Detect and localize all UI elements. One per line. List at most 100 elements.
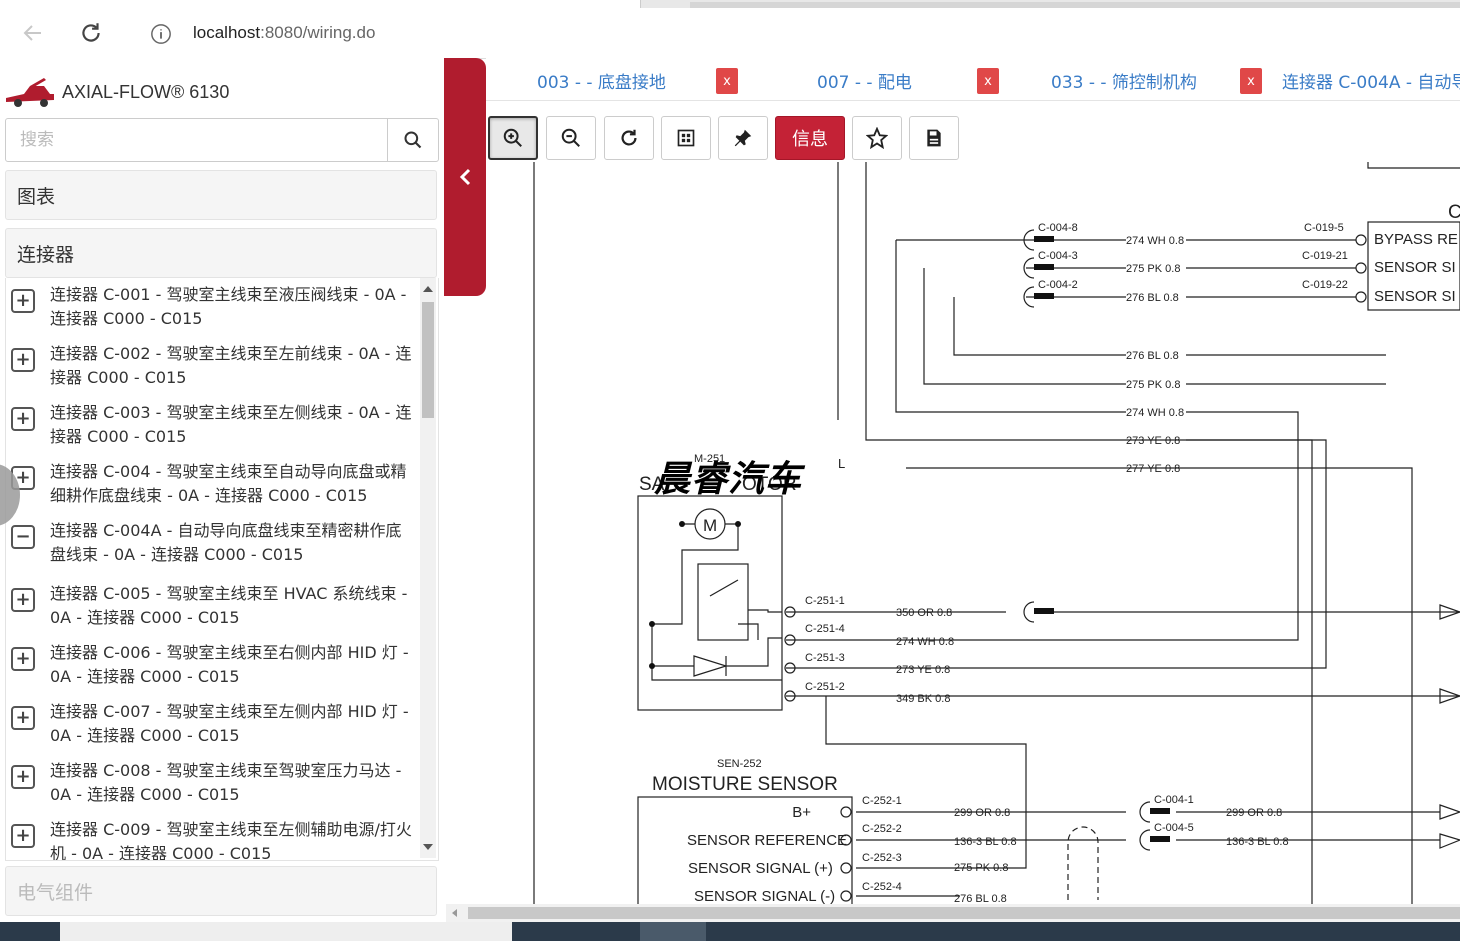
sidebar: AXIAL-FLOW® 6130 图表 连接器 + 连接器 C-001 - 驾驶室… [0,58,444,924]
browser-tab[interactable] [0,0,641,8]
reload-button[interactable] [74,16,108,50]
wire-label: 276 BL 0.8 [1126,350,1179,362]
wiring-diagram[interactable]: C-004-8 C-004-3 C-004-2 274 WH 0.8 275 P… [486,100,1460,904]
search-button[interactable] [387,119,438,161]
browser-toolbar: localhost:8080/wiring.do [0,8,1460,59]
tab-007[interactable]: 007 - - 配电 [817,68,912,93]
watermark: 晨睿汽车 [654,458,803,500]
expand-button[interactable]: + [11,824,35,848]
scroll-down-arrow-icon[interactable] [423,844,433,850]
pin-label: C-252-2 [862,823,902,835]
tab-close-button[interactable]: x [1240,68,1262,94]
search-input[interactable] [6,119,386,161]
expand-button[interactable]: + [11,647,35,671]
pin-label: C-019-5 [1304,222,1344,234]
pin-label: C-004-1 [1154,794,1194,806]
pin-label: C-004-5 [1154,822,1194,834]
taskbar [0,922,1460,941]
tab-close-button[interactable]: x [716,68,738,94]
pin-label: C-251-4 [805,623,845,635]
expand-button[interactable]: + [11,765,35,789]
list-item[interactable]: + 连接器 C-009 - 驾驶室主线束至左侧辅助电源/打火机 - 0A - 连接… [6,818,416,860]
list-item-text[interactable]: 连接器 C-008 - 驾驶室主线束至驾驶室压力马达 - 0A - 连接器 C0… [50,759,412,807]
list-item-text[interactable]: 连接器 C-006 - 驾驶室主线束至右侧内部 HID 灯 - 0A - 连接器… [50,641,412,689]
list-item-text[interactable]: 连接器 C-005 - 驾驶室主线束至 HVAC 系统线束 - 0A - 连接器… [50,582,412,630]
expand-button[interactable]: + [11,588,35,612]
wire-label: 274 WH 0.8 [1126,235,1184,247]
sensor-title: MOISTURE SENSOR [652,774,838,795]
scroll-up-arrow-icon[interactable] [423,286,433,292]
url-host: localhost [193,23,261,42]
list-item[interactable]: + 连接器 C-005 - 驾驶室主线束至 HVAC 系统线束 - 0A - 连接… [6,582,416,638]
expand-button[interactable]: + [11,706,35,730]
wire-label: 276 BL 0.8 [1126,292,1179,304]
browser-tab-strip [0,0,1460,8]
list-item-text[interactable]: 连接器 C-009 - 驾驶室主线束至左侧辅助电源/打火机 - 0A - 连接器… [50,818,412,860]
list-item-text[interactable]: 连接器 C-004A - 自动导向底盘线束至精密耕作底盘线束 - 0A - 连接… [50,519,412,567]
wire-label: 136-3 BL 0.8 [1226,836,1289,848]
expand-button[interactable]: + [11,348,35,372]
wire-label: 274 WH 0.8 [1126,407,1184,419]
scroll-thumb[interactable] [422,302,434,418]
info-icon [151,24,171,44]
sidebar-collapse-tab[interactable] [444,58,486,296]
sensor-pin-label: SENSOR REFERENCE [687,832,847,849]
address-bar[interactable]: localhost:8080/wiring.do [128,13,1460,53]
list-item[interactable]: + 连接器 C-002 - 驾驶室主线束至左前线束 - 0A - 连接器 C000… [6,342,416,398]
list-item-text[interactable]: 连接器 C-007 - 驾驶室主线束至左侧内部 HID 灯 - 0A - 连接器… [50,700,412,748]
wire-label: 275 PK 0.8 [1126,379,1180,391]
tab-close-button[interactable]: x [977,68,999,94]
pin-label: C-251-1 [805,595,845,607]
list-item[interactable]: + 连接器 C-003 - 驾驶室主线束至左侧线束 - 0A - 连接器 C000… [6,401,416,457]
connector-list: + 连接器 C-001 - 驾驶室主线束至液压阀线束 - 0A - 连接器 C00… [5,278,439,861]
back-button[interactable] [16,16,50,50]
pin-label: C-004-3 [1038,250,1078,262]
tab-connector-c004a[interactable]: 连接器 C-004A - 自动导向底盘线束至精密耕作底盘线束 [1282,68,1460,93]
list-item[interactable]: + 连接器 C-008 - 驾驶室主线束至驾驶室压力马达 - 0A - 连接器 C… [6,759,416,815]
list-item-text[interactable]: 连接器 C-002 - 驾驶室主线束至左前线束 - 0A - 连接器 C000 … [50,342,412,390]
pin-label: C-019-22 [1302,279,1348,291]
diagram-horizontal-scrollbar[interactable] [446,904,1460,922]
sensor-id: SEN-252 [717,758,762,770]
reload-icon [82,23,100,42]
list-item-text[interactable]: 连接器 C-004 - 驾驶室主线束至自动导向底盘或精细耕作底盘线束 - 0A … [50,460,412,508]
wire-label: 299 OR 0.8 [1226,807,1282,819]
wire-label: 299 OR 0.8 [954,807,1010,819]
wire-label: 350 OR 0.8 [896,607,952,619]
list-item[interactable]: + 连接器 C-006 - 驾驶室主线束至右侧内部 HID 灯 - 0A - 连接… [6,641,416,697]
scroll-thumb[interactable] [468,907,1460,919]
back-arrow-icon [23,25,41,41]
sensor-pin-label: SENSOR SIGNAL (+) [688,860,833,877]
list-item-text[interactable]: 连接器 C-001 - 驾驶室主线束至液压阀线束 - 0A - 连接器 C000… [50,283,412,331]
list-item-text[interactable]: 连接器 C-003 - 驾驶室主线束至左侧线束 - 0A - 连接器 C000 … [50,401,412,449]
list-item[interactable]: + 连接器 C-001 - 驾驶室主线束至液压阀线束 - 0A - 连接器 C00… [6,283,416,339]
section-components[interactable]: 电气组件 [5,866,437,916]
wire-label: 275 PK 0.8 [1126,263,1180,275]
section-charts[interactable]: 图表 [5,170,437,220]
wire-label: 349 BK 0.8 [896,693,950,705]
list-item[interactable]: + 连接器 C-007 - 驾驶室主线束至左侧内部 HID 灯 - 0A - 连接… [6,700,416,756]
diagram-tabs: 003 - - 底盘接地 x 007 - - 配电 x 033 - - 筛控制机… [486,58,1460,101]
wire-label: 136-3 BL 0.8 [954,836,1017,848]
wire-label: 273 YE 0.8 [896,664,950,676]
side-label: L [838,456,845,471]
pin-label: C-252-3 [862,852,902,864]
signal-label: SENSOR SI [1374,259,1456,276]
list-item[interactable]: + 连接器 C-004 - 驾驶室主线束至自动导向底盘或精细耕作底盘线束 - 0A… [6,460,416,516]
pin-label: C-019-21 [1302,250,1348,262]
url-text[interactable]: localhost:8080/wiring.do [193,23,375,43]
wire-label: 273 YE 0.8 [1126,435,1180,447]
sensor-pin-label: SENSOR SIGNAL (-) [694,888,835,904]
expand-button[interactable]: + [11,407,35,431]
collapse-button[interactable]: − [11,525,35,549]
list-scrollbar[interactable] [420,278,436,858]
expand-button[interactable]: + [11,289,35,313]
list-item[interactable]: − 连接器 C-004A - 自动导向底盘线束至精密耕作底盘线束 - 0A - 连… [6,519,416,575]
tab-033[interactable]: 033 - - 筛控制机构 [1051,68,1197,93]
taskbar-segment [60,922,512,941]
section-connectors[interactable]: 连接器 [5,228,437,278]
scroll-left-arrow-icon[interactable] [452,909,457,917]
wire-label: 275 PK 0.8 [954,862,1008,874]
tab-003[interactable]: 003 - - 底盘接地 [537,68,666,93]
brand-title: AXIAL-FLOW® 6130 [62,81,230,102]
